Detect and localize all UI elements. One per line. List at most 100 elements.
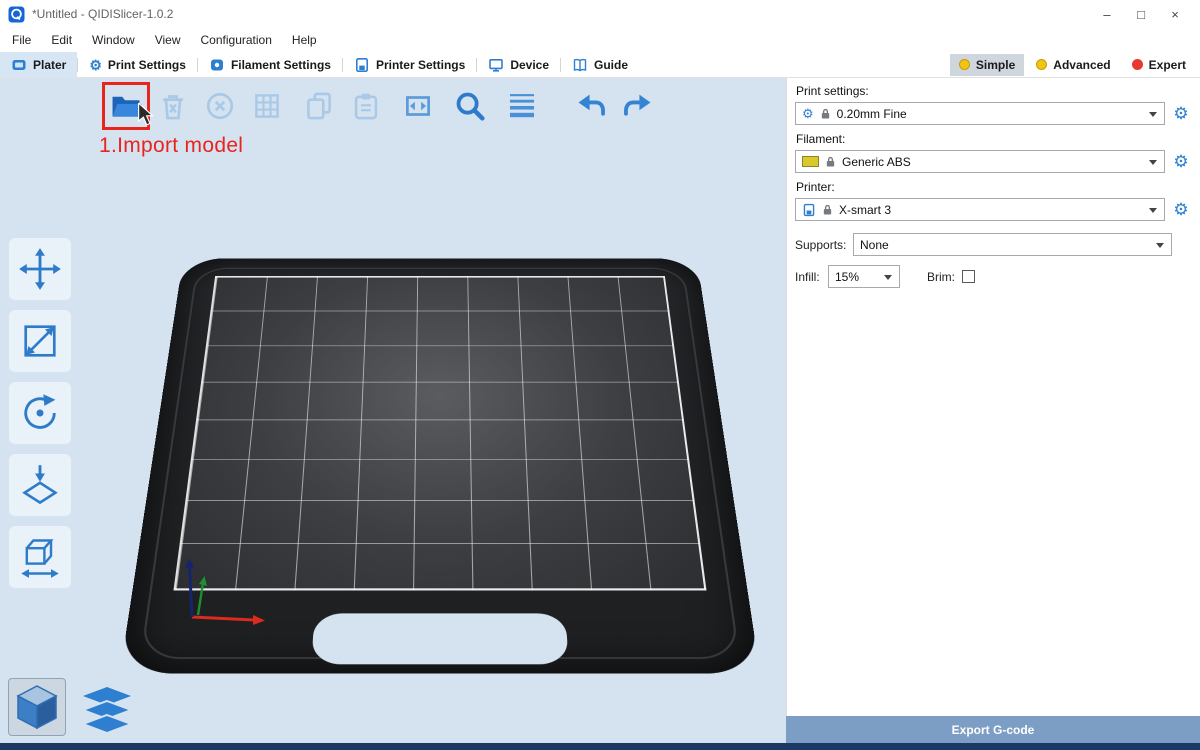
print-settings-gear-button[interactable]: ⚙ [1172, 105, 1190, 122]
filament-gear-button[interactable]: ⚙ [1172, 153, 1190, 170]
lock-icon [822, 203, 833, 216]
mode-advanced[interactable]: Advanced [1027, 54, 1119, 76]
menu-configuration[interactable]: Configuration [191, 28, 282, 52]
tab-device[interactable]: Device [477, 52, 560, 77]
print-settings-combo[interactable]: ⚙ 0.20mm Fine [795, 102, 1165, 125]
settings-sidebar: Print settings: ⚙ 0.20mm Fine ⚙ Filament… [786, 78, 1200, 716]
plater-icon [11, 57, 27, 73]
maximize-button[interactable]: □ [1124, 1, 1158, 27]
filament-label: Filament: [796, 132, 1190, 146]
plater-toolbar [106, 86, 665, 126]
tab-label: Printer Settings [376, 58, 465, 72]
gizmo-toolbar [9, 238, 71, 588]
export-gcode-button[interactable]: Export G-code [786, 716, 1200, 743]
arrange-grid-icon [250, 89, 284, 123]
rotate-gizmo-button[interactable] [9, 382, 71, 444]
copy-button[interactable] [299, 86, 339, 126]
view-mode-toggles [8, 678, 134, 738]
printer-combo[interactable]: X-smart 3 [795, 198, 1165, 221]
undo-arrow-icon [574, 89, 608, 123]
measure-icon [18, 535, 62, 579]
3d-viewport[interactable]: 1.Import model [0, 78, 786, 743]
rotate-icon [18, 391, 62, 435]
bed-scene [0, 78, 786, 743]
menubar: File Edit Window View Configuration Help [0, 28, 1200, 52]
close-button[interactable]: × [1158, 1, 1192, 27]
delete-trash-icon [156, 89, 190, 123]
tab-printer-settings[interactable]: Printer Settings [343, 52, 476, 77]
lock-icon [820, 107, 831, 120]
move-icon [18, 247, 62, 291]
bed-grid [173, 276, 706, 590]
tab-label: Guide [594, 58, 628, 72]
app-logo-icon [8, 6, 25, 23]
mode-switcher: Simple Advanced Expert [950, 52, 1200, 77]
mode-label: Simple [976, 58, 1015, 72]
menu-window[interactable]: Window [82, 28, 145, 52]
place-on-face-icon [18, 463, 62, 507]
mode-simple[interactable]: Simple [950, 54, 1024, 76]
delete-all-button[interactable] [200, 86, 240, 126]
printer-icon [802, 203, 816, 217]
filament-icon [209, 57, 225, 73]
qidislicer-window: *Untitled - QIDISlicer-1.0.2 – □ × File … [0, 0, 1200, 750]
window-bottom-edge [0, 743, 1200, 750]
redo-arrow-icon [621, 89, 655, 123]
set-instances-button[interactable] [398, 86, 438, 126]
lock-icon [825, 155, 836, 168]
infill-combo[interactable]: 15% [828, 265, 900, 288]
supports-combo[interactable]: None [853, 233, 1172, 256]
measure-gizmo-button[interactable] [9, 526, 71, 588]
scale-gizmo-button[interactable] [9, 310, 71, 372]
tab-filament-settings[interactable]: Filament Settings [198, 52, 342, 77]
import-model-annotation: 1.Import model [99, 134, 243, 158]
layers-stack-icon [81, 687, 133, 735]
search-icon [453, 89, 487, 123]
tab-guide[interactable]: Guide [561, 52, 639, 77]
filament-color-swatch [802, 156, 819, 167]
3d-cube-icon [14, 683, 60, 731]
filament-value: Generic ABS [842, 155, 911, 169]
redo-button[interactable] [618, 86, 658, 126]
tab-plater[interactable]: Plater [0, 52, 77, 77]
titlebar: *Untitled - QIDISlicer-1.0.2 – □ × [0, 0, 1200, 28]
variable-layer-height-button[interactable] [502, 86, 542, 126]
gear-icon: ⚙ [89, 58, 102, 72]
printer-gear-button[interactable]: ⚙ [1172, 201, 1190, 218]
printer-icon [354, 57, 370, 73]
mode-label: Expert [1149, 58, 1186, 72]
search-button[interactable] [450, 86, 490, 126]
gear-icon: ⚙ [802, 107, 814, 120]
paste-button[interactable] [346, 86, 386, 126]
arrange-button[interactable] [247, 86, 287, 126]
device-icon [488, 57, 504, 73]
print-settings-label: Print settings: [796, 84, 1190, 98]
supports-label: Supports: [795, 238, 853, 252]
tab-print-settings[interactable]: ⚙ Print Settings [78, 52, 197, 77]
move-gizmo-button[interactable] [9, 238, 71, 300]
window-controls: – □ × [1090, 1, 1192, 27]
bed-handle-notch [311, 613, 568, 664]
menu-help[interactable]: Help [282, 28, 327, 52]
infill-value: 15% [835, 270, 859, 284]
brim-checkbox[interactable] [962, 270, 975, 283]
tab-label: Plater [33, 58, 66, 72]
filament-combo[interactable]: Generic ABS [795, 150, 1165, 173]
place-on-face-gizmo-button[interactable] [9, 454, 71, 516]
tab-label: Device [510, 58, 549, 72]
guide-icon [572, 57, 588, 73]
undo-button[interactable] [571, 86, 611, 126]
menu-view[interactable]: View [145, 28, 191, 52]
menu-file[interactable]: File [2, 28, 41, 52]
printer-label: Printer: [796, 180, 1190, 194]
variable-layer-height-icon [505, 89, 539, 123]
advanced-mode-dot-icon [1036, 59, 1047, 70]
3d-editor-view-button[interactable] [8, 678, 66, 736]
mode-expert[interactable]: Expert [1123, 54, 1195, 76]
menu-edit[interactable]: Edit [41, 28, 82, 52]
layers-preview-button[interactable] [80, 684, 134, 738]
simple-mode-dot-icon [959, 59, 970, 70]
mode-label: Advanced [1053, 58, 1110, 72]
minimize-button[interactable]: – [1090, 1, 1124, 27]
delete-button[interactable] [153, 86, 193, 126]
